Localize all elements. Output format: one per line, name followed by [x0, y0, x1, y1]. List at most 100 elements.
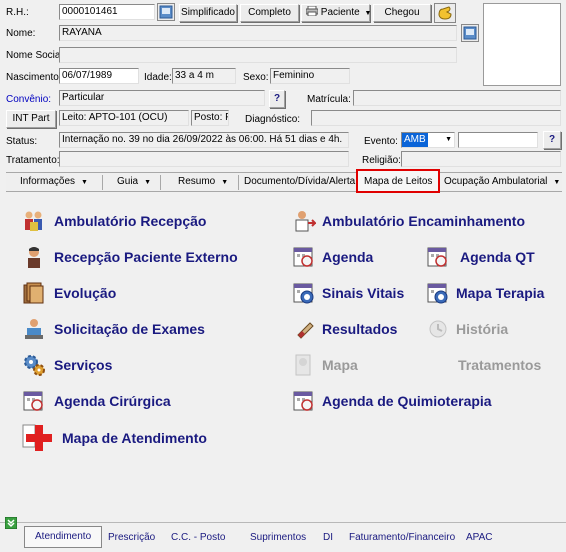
matricula-field[interactable]	[353, 90, 561, 106]
tab-mapa-de-leitos[interactable]: Mapa de Leitos	[356, 169, 441, 193]
search-card-icon	[463, 26, 477, 40]
tratamento-label: Tratamento:	[6, 155, 60, 166]
idade-label: Idade:	[144, 72, 172, 83]
history-icon	[426, 317, 450, 341]
calendar-clock-icon	[292, 389, 316, 413]
folders-icon	[22, 281, 46, 305]
bottom-nav-bar: Atendimento Prescrição C.C. - Posto Supr…	[0, 516, 566, 552]
tab-resumo[interactable]: Resumo ▼	[178, 173, 228, 191]
people-group-icon	[22, 209, 46, 233]
bottom-tab-apac[interactable]: APAC	[466, 532, 493, 543]
ambulatorio-encaminhamento-action[interactable]: Ambulatório Encaminhamento	[292, 209, 525, 233]
evento-extra-field[interactable]	[458, 132, 538, 148]
paciente-label: Paciente	[320, 7, 360, 18]
servicos-action[interactable]: Serviços	[22, 353, 112, 377]
calendar-clock-icon	[22, 389, 46, 413]
mapa-atendimento-action[interactable]: Mapa de Atendimento	[22, 422, 207, 454]
agenda-qt-action[interactable]: Agenda QT	[426, 245, 535, 269]
doctor-referral-icon	[292, 209, 316, 233]
posto-field: Posto: POS	[191, 110, 229, 126]
mapa-terapia-action[interactable]: Mapa Terapia	[426, 281, 544, 305]
chevron-down-icon: ▼	[445, 136, 452, 143]
agenda-action[interactable]: Agenda	[292, 245, 373, 269]
evento-label: Evento:	[364, 136, 398, 147]
historia-action: História	[426, 317, 508, 341]
menu-tab-bar: Informações ▼ Guia ▼ Resumo ▼ Documento/Dív…	[6, 169, 562, 193]
tratamentos-action: Tratamentos	[458, 357, 542, 373]
tab-ocupacao-ambulatorial[interactable]: Ocupação Ambulatorial ▼	[444, 173, 560, 191]
expand-chevron-icon[interactable]	[4, 516, 18, 532]
tab-informacoes[interactable]: Informações ▼	[20, 173, 88, 191]
tab-documento-divida-alerta[interactable]: Documento/Dívida/Alerta	[244, 173, 355, 191]
nome-social-label: Nome Social:	[6, 50, 66, 61]
leito-field: Leito: APTO-101 (OCU)	[59, 110, 189, 126]
chegou-button[interactable]: Chegou	[373, 4, 431, 22]
search-card-icon	[159, 5, 173, 19]
test-tube-icon	[292, 317, 316, 341]
diagnostico-label: Diagnóstico:	[245, 114, 301, 125]
convenio-help-button[interactable]: ?	[269, 90, 285, 108]
paciente-button[interactable]: Paciente ▼	[301, 4, 372, 22]
resultados-action[interactable]: Resultados	[292, 317, 397, 341]
bottom-tab-atendimento[interactable]: Atendimento	[24, 526, 103, 548]
sinais-vitais-action[interactable]: Sinais Vitais	[292, 281, 404, 305]
red-cross-icon	[22, 422, 54, 454]
chevron-down-icon: ▼	[144, 179, 152, 186]
tratamento-field[interactable]	[59, 151, 349, 167]
chevron-down-icon: ▼	[221, 179, 229, 186]
gears-icon	[22, 353, 46, 377]
bottom-tab-di[interactable]: DI	[323, 532, 333, 543]
doctor-icon	[22, 245, 46, 269]
rh-label: R.H.:	[6, 7, 29, 18]
evento-value: AMB	[402, 133, 428, 147]
rh-input[interactable]: 0000101461	[59, 4, 155, 20]
tab-guia[interactable]: Guia ▼	[117, 173, 151, 191]
bottom-tab-suprimentos[interactable]: Suprimentos	[250, 532, 306, 543]
calendar-clock-icon	[292, 281, 316, 305]
map-icon	[292, 353, 316, 377]
nascimento-label: Nascimento:	[6, 72, 62, 83]
bottom-tab-cc-posto[interactable]: C.C. - Posto	[171, 532, 225, 543]
sexo-field[interactable]: Feminino	[270, 68, 350, 84]
patient-photo	[483, 3, 561, 86]
diagnostico-field[interactable]	[311, 110, 561, 126]
evento-select[interactable]: AMB ▼	[401, 132, 455, 148]
bottom-tab-faturamento-financeiro[interactable]: Faturamento/Financeiro	[349, 532, 455, 543]
hand-button[interactable]	[434, 3, 456, 23]
mapa-action: Mapa	[292, 353, 358, 377]
sexo-label: Sexo:	[243, 72, 269, 83]
chevron-down-icon: ▼	[364, 10, 372, 17]
agenda-quimioterapia-action[interactable]: Agenda de Quimioterapia	[292, 389, 492, 413]
nascimento-field[interactable]: 06/07/1989	[59, 68, 139, 84]
int-part-button[interactable]: INT Part	[6, 110, 56, 128]
calendar-clock-icon	[426, 281, 450, 305]
completo-button[interactable]: Completo	[240, 4, 299, 22]
nome-search-button[interactable]	[461, 24, 479, 42]
ambulatorio-recepcao-action[interactable]: Ambulatório Recepção	[22, 209, 206, 233]
evolucao-action[interactable]: Evolução	[22, 281, 116, 305]
evento-help-button[interactable]: ?	[543, 131, 561, 149]
recepcao-paciente-externo-action[interactable]: Recepção Paciente Externo	[22, 245, 238, 269]
printer-icon	[305, 5, 319, 17]
nome-label: Nome:	[6, 28, 36, 39]
simplificado-button[interactable]: Simplificado	[179, 4, 237, 22]
solicitacao-exames-action[interactable]: Solicitação de Exames	[22, 317, 205, 341]
convenio-field[interactable]: Particular	[59, 90, 265, 106]
status-label: Status:	[6, 136, 38, 147]
religiao-field[interactable]	[401, 151, 561, 167]
rh-search-button[interactable]	[157, 3, 175, 21]
calendar-clock-icon	[292, 245, 316, 269]
calendar-clock-icon	[426, 245, 450, 269]
chevron-down-icon: ▼	[81, 179, 88, 186]
religiao-label: Religião:	[362, 155, 401, 166]
status-field: Internação no. 39 no dia 26/09/2022 às 0…	[59, 132, 349, 148]
nome-field[interactable]: RAYANA	[59, 25, 457, 41]
hand-icon	[438, 6, 452, 20]
convenio-label[interactable]: Convênio:	[6, 94, 51, 105]
chevron-down-icon: ▼	[553, 179, 561, 186]
matricula-label: Matrícula:	[307, 94, 351, 105]
bottom-tab-prescricao[interactable]: Prescrição	[108, 532, 155, 543]
nome-social-field[interactable]	[59, 47, 457, 63]
agenda-cirurgica-action[interactable]: Agenda Cirúrgica	[22, 389, 171, 413]
microscope-person-icon	[22, 317, 46, 341]
